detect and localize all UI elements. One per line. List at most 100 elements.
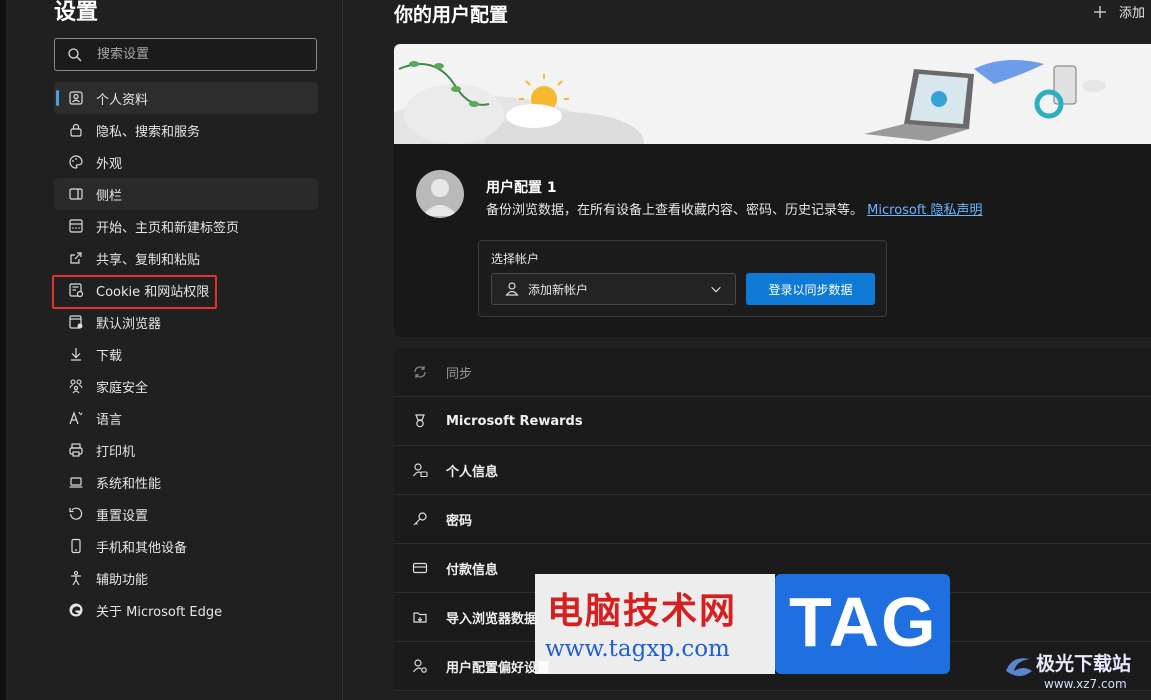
list-item-profile-prefs[interactable]: 用户配置偏好设置 <box>394 642 1151 691</box>
reset-icon <box>69 507 83 520</box>
profile-description: 备份浏览数据，在所有设备上查看收藏内容、密码、历史记录等。 Microsoft … <box>486 199 982 218</box>
add-profile-button[interactable]: 添加 <box>1092 2 1145 21</box>
profile-icon <box>69 91 83 105</box>
accessibility-icon <box>71 570 81 586</box>
phone-icon <box>71 538 81 554</box>
list-item-passwords[interactable]: 密码 <box>394 495 1151 544</box>
plus-icon <box>1094 5 1106 18</box>
sidebar-item-phone[interactable]: 手机和其他设备 <box>54 530 318 562</box>
sidebar-item-label: 系统和性能 <box>96 476 162 492</box>
search-box[interactable] <box>54 38 317 71</box>
search-icon <box>68 47 82 61</box>
sidebar-item-label: 打印机 <box>96 444 136 460</box>
sidebar-icon <box>69 188 83 200</box>
sidebar-item-default-browser[interactable]: 默认浏览器 <box>54 306 318 338</box>
sidebar-item-system[interactable]: 系统和性能 <box>54 466 318 498</box>
sidebar-item-label: 个人资料 <box>96 92 149 108</box>
sidebar-item-label: 下载 <box>96 348 123 364</box>
sidebar-item-label: 手机和其他设备 <box>96 540 188 556</box>
sidebar-item-start-home[interactable]: 开始、主页和新建标签页 <box>54 210 318 242</box>
sidebar-nav: 个人资料 隐私、搜索和服务 外观 侧栏 开始、主页和新建标签页 共享、复制和粘贴 <box>52 82 318 626</box>
sidebar-item-profile[interactable]: 个人资料 <box>54 82 318 114</box>
list-item-label: Microsoft Rewards <box>446 413 583 429</box>
sidebar: 设置 个人资料 隐私、搜索和服务 外观 侧栏 <box>6 0 343 700</box>
home-tab-icon <box>69 219 83 233</box>
privacy-link[interactable]: Microsoft 隐私声明 <box>867 203 982 218</box>
edge-logo-icon <box>69 603 83 617</box>
avatar[interactable] <box>416 170 464 218</box>
browser-icon <box>69 315 83 329</box>
palette-icon <box>69 155 83 169</box>
card-icon <box>412 562 428 574</box>
sidebar-item-share[interactable]: 共享、复制和粘贴 <box>54 242 318 274</box>
sidebar-item-label: 外观 <box>96 156 123 172</box>
sidebar-item-label: 隐私、搜索和服务 <box>96 124 201 140</box>
sidebar-item-label: 共享、复制和粘贴 <box>96 252 201 268</box>
list-item-label: 导入浏览器数据 <box>446 611 538 627</box>
lock-icon <box>70 123 82 137</box>
sidebar-item-languages[interactable]: 语言 <box>54 402 318 434</box>
settings-window: 设置 个人资料 隐私、搜索和服务 外观 侧栏 <box>0 0 1151 700</box>
sidebar-item-privacy[interactable]: 隐私、搜索和服务 <box>54 114 318 146</box>
rewards-icon <box>415 414 425 428</box>
avatar-person-icon <box>422 179 458 216</box>
list-item-sync[interactable]: 同步 <box>394 348 1151 397</box>
sidebar-item-label: 开始、主页和新建标签页 <box>96 220 240 236</box>
profile-settings-list: 同步 Microsoft Rewards 个人信息 密码 付款信息 导入浏览器数… <box>394 348 1151 691</box>
sidebar-item-about[interactable]: 关于 Microsoft Edge <box>54 594 318 626</box>
account-box: 选择帐户 添加新帐户 登录以同步数据 <box>478 240 887 317</box>
account-dropdown-value: 添加新帐户 <box>528 282 589 297</box>
profile-card: 用户配置 1 备份浏览数据，在所有设备上查看收藏内容、密码、历史记录等。 Mic… <box>394 44 1151 337</box>
list-item-label: 用户配置偏好设置 <box>446 660 551 676</box>
sidebar-item-reset[interactable]: 重置设置 <box>54 498 318 530</box>
sidebar-item-family[interactable]: 家庭安全 <box>54 370 318 402</box>
language-icon <box>69 411 83 425</box>
personal-info-icon <box>413 463 428 478</box>
active-indicator <box>56 90 59 106</box>
sidebar-item-label: 侧栏 <box>96 188 123 204</box>
search-input[interactable] <box>97 47 297 62</box>
banner-illustration <box>394 60 1106 144</box>
sidebar-item-label: 语言 <box>96 412 123 428</box>
settings-title: 设置 <box>54 0 99 25</box>
list-item-label: 密码 <box>446 513 473 529</box>
list-item-personal-info[interactable]: 个人信息 <box>394 446 1151 495</box>
person-icon <box>505 282 519 296</box>
sidebar-item-accessibility[interactable]: 辅助功能 <box>54 562 318 594</box>
chevron-down-icon <box>711 286 721 293</box>
sidebar-item-downloads[interactable]: 下载 <box>54 338 318 370</box>
list-item-payment[interactable]: 付款信息 <box>394 544 1151 593</box>
list-item-label: 个人信息 <box>446 464 499 480</box>
list-item-rewards[interactable]: Microsoft Rewards <box>394 397 1151 446</box>
cookie-icon <box>69 283 84 298</box>
sidebar-item-label: 关于 Microsoft Edge <box>96 604 223 620</box>
list-item-import[interactable]: 导入浏览器数据 <box>394 593 1151 642</box>
family-icon <box>69 379 83 394</box>
signin-sync-button[interactable]: 登录以同步数据 <box>746 273 875 305</box>
sidebar-item-label: 默认浏览器 <box>96 316 162 332</box>
main-content: 你的用户配置 添加 用户配置 1 备份浏览数据，在所有设备上查看收藏内容、密码、… <box>344 0 1151 700</box>
laptop-icon <box>69 477 83 488</box>
download-icon <box>71 348 81 361</box>
share-icon <box>70 252 82 264</box>
sidebar-item-appearance[interactable]: 外观 <box>54 146 318 178</box>
sidebar-item-label: 家庭安全 <box>96 380 149 396</box>
profile-prefs-icon <box>413 659 427 673</box>
key-icon <box>413 512 427 526</box>
sidebar-item-printers[interactable]: 打印机 <box>54 434 318 466</box>
list-item-label: 同步 <box>446 366 473 382</box>
add-profile-label: 添加 <box>1119 6 1146 21</box>
account-dropdown[interactable]: 添加新帐户 <box>491 273 736 305</box>
account-label: 选择帐户 <box>491 252 540 266</box>
printer-icon <box>69 443 83 457</box>
sync-icon <box>414 366 426 378</box>
sidebar-item-label: Cookie 和网站权限 <box>96 284 210 300</box>
sidebar-item-sidebar[interactable]: 侧栏 <box>54 178 318 210</box>
import-icon <box>413 612 427 623</box>
list-item-label: 付款信息 <box>446 562 499 578</box>
sidebar-item-label: 辅助功能 <box>96 572 149 588</box>
page-title: 你的用户配置 <box>394 4 509 26</box>
sidebar-item-label: 重置设置 <box>96 508 149 524</box>
sidebar-item-cookies[interactable]: Cookie 和网站权限 <box>52 274 318 309</box>
profile-description-text: 备份浏览数据，在所有设备上查看收藏内容、密码、历史记录等。 <box>486 203 864 218</box>
